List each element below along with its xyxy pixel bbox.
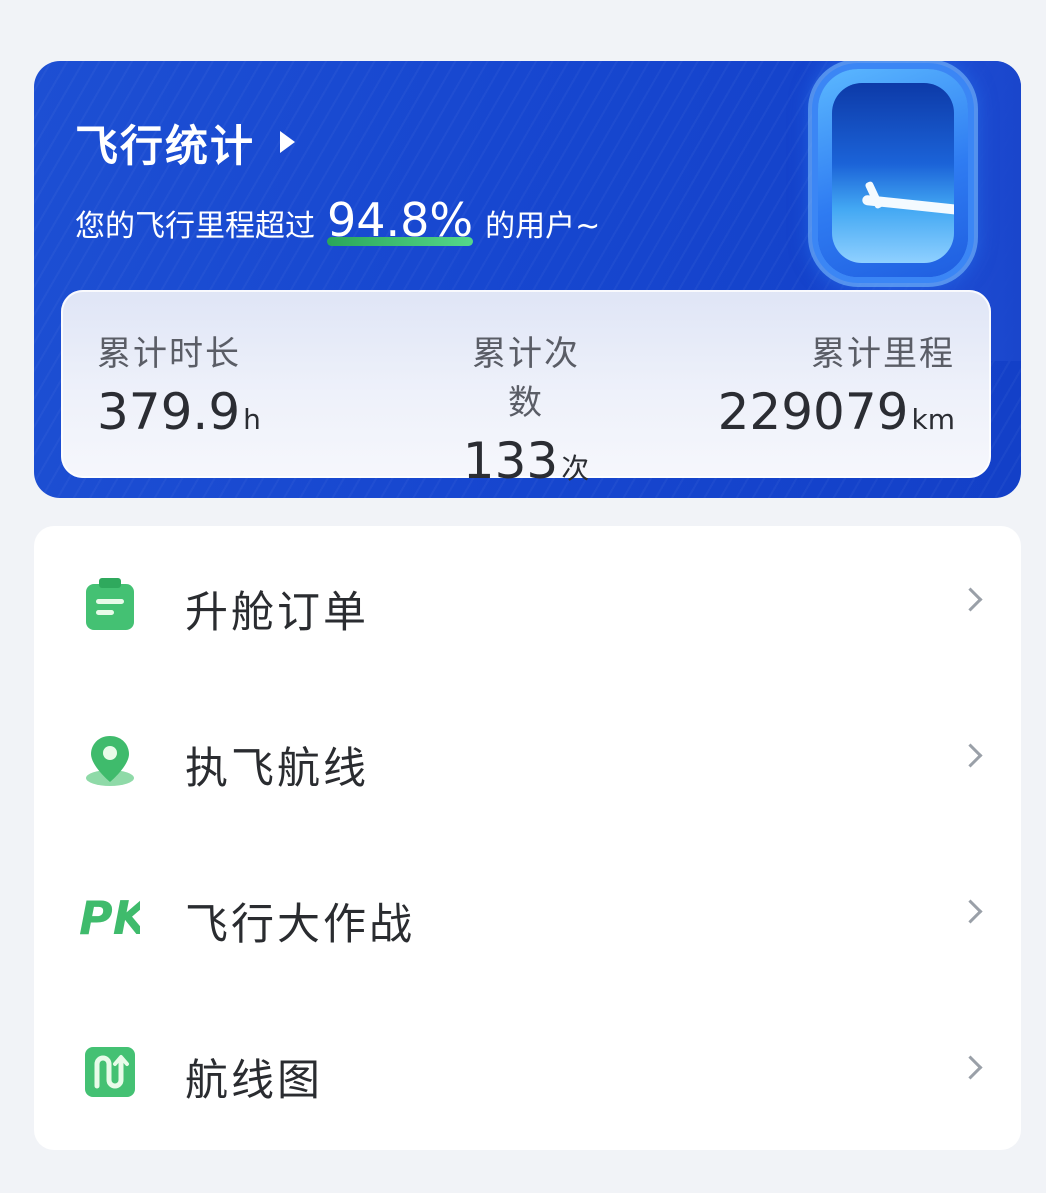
percentile-value: 94.8% <box>327 193 474 247</box>
chevron-right-icon <box>958 1055 983 1080</box>
route-map-icon <box>85 1047 135 1097</box>
feature-menu: 升舱订单 执飞航线 PK 飞行大作战 航线图 <box>34 526 1021 1150</box>
metric-unit: 次 <box>561 452 590 485</box>
menu-item-upgrade-orders[interactable]: 升舱订单 <box>34 526 1021 682</box>
location-pin-icon <box>86 736 134 786</box>
chevron-right-icon <box>958 587 983 612</box>
metric-value: 379.9 <box>97 383 241 441</box>
menu-item-route-map[interactable]: 航线图 <box>34 994 1021 1150</box>
menu-item-label: 航线图 <box>185 1056 323 1106</box>
stats-title[interactable]: 飞行统计 <box>75 112 255 174</box>
metric-label: 累计里程 <box>811 334 955 374</box>
svg-text:PK: PK <box>79 891 140 944</box>
airplane-window-illustration <box>818 69 968 277</box>
metric-value: 229079 <box>717 383 909 441</box>
metric-unit: h <box>243 403 261 436</box>
subtitle-prefix: 您的飞行里程超过 <box>75 209 315 244</box>
pk-icon: PK <box>79 891 140 944</box>
chevron-right-icon <box>958 899 983 924</box>
play-arrow-icon[interactable] <box>280 131 295 153</box>
clipboard-icon <box>86 578 134 630</box>
metrics-panel: 累计时长 379.9 h 累计次数 133 次 累计里程 229079 km <box>61 290 991 490</box>
metric-label: 累计次数 <box>472 334 580 423</box>
menu-item-label: 飞行大作战 <box>185 900 415 950</box>
metric-value: 133 <box>462 432 559 490</box>
metric-unit: km <box>911 403 956 436</box>
metric-label: 累计时长 <box>97 334 241 374</box>
menu-item-flight-battle[interactable]: PK 飞行大作战 <box>34 838 1021 994</box>
percentile-subtitle: 您的飞行里程超过 94.8% 的用户~ <box>75 197 601 246</box>
metric-total-hours: 累计时长 379.9 h <box>97 326 261 441</box>
menu-item-label: 升舱订单 <box>185 588 369 638</box>
menu-item-label: 执飞航线 <box>185 744 369 794</box>
metric-total-mileage: 累计里程 229079 km <box>718 326 955 441</box>
chevron-right-icon <box>958 743 983 768</box>
subtitle-suffix: 的用户~ <box>485 209 601 244</box>
menu-item-flown-routes[interactable]: 执飞航线 <box>34 682 1021 838</box>
percentile-highlight: 94.8% <box>327 197 474 246</box>
metric-total-flights: 累计次数 133 次 <box>456 326 596 490</box>
